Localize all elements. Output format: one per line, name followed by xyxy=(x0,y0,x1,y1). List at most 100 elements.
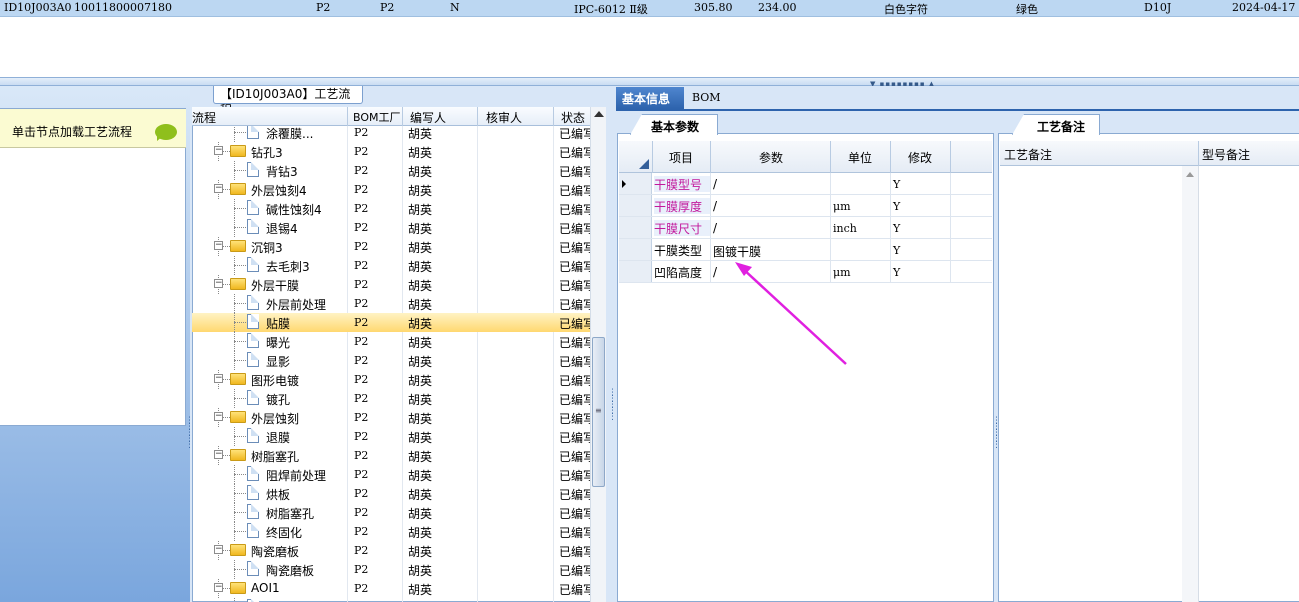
selected-order-row[interactable]: ID10J003A0 10011800007180 P2 P2 N IPC-60… xyxy=(0,0,1299,17)
writer-cell: 胡英 xyxy=(408,241,433,255)
tree-row[interactable]: 碱性蚀刻4 P2 胡英 已编写 xyxy=(192,199,590,218)
tree-node-label: 陶瓷磨板 xyxy=(251,545,300,559)
tab-basic-info[interactable]: 基本信息 xyxy=(616,87,684,109)
row-indicator[interactable] xyxy=(619,195,652,216)
row-indicator[interactable] xyxy=(619,173,652,194)
row-indicator[interactable] xyxy=(619,217,652,238)
tree-row[interactable]: − 陶瓷磨板 P2 胡英 已编写 xyxy=(192,541,590,560)
row-indicator[interactable] xyxy=(619,261,652,282)
status-cell: 已编写 xyxy=(559,279,590,293)
param-row[interactable]: 凹陷高度 / μm Y xyxy=(619,261,992,283)
tree-node-label: 外层蚀刻4 xyxy=(251,184,307,198)
tab-process-notes[interactable]: 工艺备注 xyxy=(1012,114,1100,135)
load-process-hint-text: 单击节点加载工艺流程 xyxy=(12,125,133,139)
tree-row[interactable]: − 树脂塞孔 P2 胡英 已编写 xyxy=(192,446,590,465)
param-value-cell[interactable]: / xyxy=(713,265,717,279)
tree-row[interactable]: − 外层蚀刻 P2 胡英 已编写 xyxy=(192,408,590,427)
tree-row[interactable]: 显影 P2 胡英 已编写 xyxy=(192,351,590,370)
tree-row[interactable]: − AOI1 P2 胡英 已编写 xyxy=(192,579,590,598)
notes-vertical-scrollbar[interactable] xyxy=(1182,166,1198,602)
param-value-cell[interactable]: / xyxy=(713,199,717,213)
param-row[interactable]: 干膜类型 图镀干膜 Y xyxy=(619,239,992,261)
bom-plant-cell: P2 xyxy=(354,202,369,215)
column-header-writer[interactable]: 编写人 xyxy=(410,109,446,126)
tree-vertical-scrollbar[interactable]: ≡ xyxy=(590,107,606,602)
collapse-toggle-icon[interactable]: − xyxy=(214,545,223,554)
scroll-up-arrow-icon[interactable] xyxy=(1186,172,1194,177)
tree-node-label: 外层前处理 xyxy=(266,298,327,312)
tree-row[interactable]: 曝光 P2 胡英 已编写 xyxy=(192,332,590,351)
column-header-modify[interactable]: 修改 xyxy=(908,149,932,166)
tree-node-label: 终固化 xyxy=(266,526,303,540)
folder-icon xyxy=(230,240,246,252)
param-column-divider xyxy=(830,261,831,283)
tree-row[interactable]: − 钻孔3 P2 胡英 已编写 xyxy=(192,142,590,161)
column-header-reviewer[interactable]: 核审人 xyxy=(486,109,522,126)
collapse-toggle-icon[interactable]: − xyxy=(214,184,223,193)
param-value-cell[interactable]: / xyxy=(713,177,717,191)
bom-plant-cell: P2 xyxy=(354,335,369,348)
column-header-process-note[interactable]: 工艺备注 xyxy=(1004,146,1052,163)
column-header-unit[interactable]: 单位 xyxy=(848,149,872,166)
collapse-toggle-icon[interactable]: − xyxy=(214,146,223,155)
param-row[interactable]: 干膜尺寸 / inch Y xyxy=(619,217,992,239)
tree-row[interactable]: 烘板 P2 胡英 已编写 xyxy=(192,484,590,503)
tab-bom[interactable]: BOM xyxy=(684,87,734,109)
tree-row[interactable]: 贴膜 P2 胡英 已编写 xyxy=(192,313,590,332)
status-cell: 已编写 xyxy=(559,507,590,521)
collapse-toggle-icon[interactable]: − xyxy=(214,374,223,383)
tree-row[interactable]: 外层前处理 P2 胡英 已编写 xyxy=(192,294,590,313)
param-unit-cell: μm xyxy=(833,200,851,213)
param-item-cell: 干膜尺寸 xyxy=(654,220,710,236)
param-row[interactable]: 干膜厚度 / μm Y xyxy=(619,195,992,217)
scrollbar-thumb[interactable]: ≡ xyxy=(592,337,605,487)
tab-basic-params[interactable]: 基本参数 xyxy=(630,114,718,135)
tree-row[interactable]: − 外层蚀刻4 P2 胡英 已编写 xyxy=(192,180,590,199)
param-row[interactable]: 干膜型号 / Y xyxy=(619,173,992,195)
tree-row[interactable]: − 外层干膜 P2 胡英 已编写 xyxy=(192,275,590,294)
tree-node-label: 背钻3 xyxy=(266,165,298,179)
status-cell: 已编写 xyxy=(559,203,590,217)
column-header-param[interactable]: 参数 xyxy=(759,149,783,166)
tree-connector-line xyxy=(234,474,246,475)
document-icon xyxy=(247,333,259,348)
tree-connector-line xyxy=(234,322,246,323)
column-header-model-note[interactable]: 型号备注 xyxy=(1202,146,1250,163)
status-cell: 已编写 xyxy=(559,355,590,369)
tree-row[interactable]: 树脂塞孔 P2 胡英 已编写 xyxy=(192,503,590,522)
column-header-status[interactable]: 状态 xyxy=(561,109,585,126)
status-cell: 已编写 xyxy=(559,450,590,464)
column-header-item[interactable]: 项目 xyxy=(669,149,693,166)
tree-row[interactable]: 塞孔AOI1P2胡英已编写 xyxy=(192,598,590,602)
row-indicator[interactable] xyxy=(619,239,652,260)
column-header-bom-plant[interactable]: BOM工厂 xyxy=(353,109,401,125)
writer-cell: 胡英 xyxy=(408,469,433,483)
collapse-toggle-icon[interactable]: − xyxy=(214,583,223,592)
column-header-flow[interactable]: 流程 xyxy=(192,109,216,126)
horizontal-splitter[interactable]: ▼ ▪▪▪▪▪▪▪▪ ▲ xyxy=(0,77,1299,88)
folder-icon xyxy=(230,582,246,594)
tree-row[interactable]: − 沉铜3 P2 胡英 已编写 xyxy=(192,237,590,256)
collapse-toggle-icon[interactable]: − xyxy=(214,279,223,288)
collapse-toggle-icon[interactable]: − xyxy=(214,241,223,250)
tree-row[interactable]: 终固化 P2 胡英 已编写 xyxy=(192,522,590,541)
bom-plant-cell: P2 xyxy=(354,430,369,443)
tree-row[interactable]: 镀孔 P2 胡英 已编写 xyxy=(192,389,590,408)
process-flow-tab[interactable]: 【ID10J003A0】工艺流程 xyxy=(213,86,363,117)
tree-row[interactable]: 陶瓷磨板 P2 胡英 已编写 xyxy=(192,560,590,579)
tree-row[interactable]: 退锡4 P2 胡英 已编写 xyxy=(192,218,590,237)
tree-row[interactable]: 背钻3 P2 胡英 已编写 xyxy=(192,161,590,180)
param-value-cell[interactable]: 图镀干膜 xyxy=(713,243,761,260)
tree-row[interactable]: 退膜 P2 胡英 已编写 xyxy=(192,427,590,446)
tree-row[interactable]: 涂覆膜... P2 胡英 已编写 xyxy=(192,126,590,142)
collapse-toggle-icon[interactable]: − xyxy=(214,412,223,421)
tree-node-label: 曝光 xyxy=(266,336,291,350)
param-column-divider xyxy=(890,239,891,261)
tree-row[interactable]: 阻焊前处理 P2 胡英 已编写 xyxy=(192,465,590,484)
tree-row[interactable]: 去毛刺3 P2 胡英 已编写 xyxy=(192,256,590,275)
tree-row[interactable]: − 图形电镀 P2 胡英 已编写 xyxy=(192,370,590,389)
tree-node-label: 显影 xyxy=(266,355,291,369)
scroll-up-arrow-icon[interactable] xyxy=(594,111,604,117)
collapse-toggle-icon[interactable]: − xyxy=(214,450,223,459)
param-value-cell[interactable]: / xyxy=(713,221,717,235)
